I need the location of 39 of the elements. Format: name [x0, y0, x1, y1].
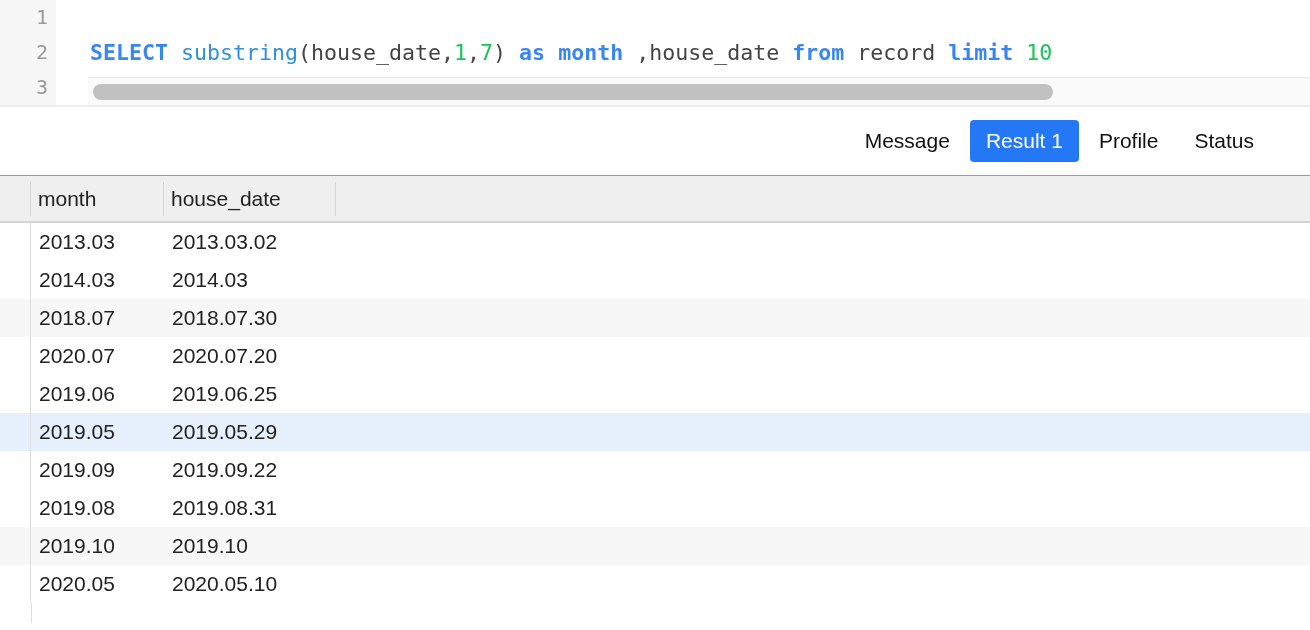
table-cell-text: 2019.09 — [38, 457, 116, 483]
table-cell-text: 2014.03 — [171, 267, 249, 293]
table-cell-text: 2020.05 — [38, 571, 116, 597]
line-number: 2 — [34, 39, 49, 66]
table-cell-text: 2020.07.20 — [171, 343, 279, 369]
scrollbar-thumb[interactable] — [93, 84, 1053, 100]
code-line: SELECT substring(house_date,1,7) as month ,house_date from record limit 10 — [89, 39, 1054, 67]
table-row[interactable]: 2013.03 2013.03.02 — [0, 223, 1310, 261]
column-header: house_date — [163, 181, 335, 216]
table-cell-text: 2019.06.25 — [171, 381, 279, 407]
table-cell-text: 2019.05.29 — [171, 419, 279, 445]
table-cell-text: 2020.05.10 — [171, 571, 279, 597]
horizontal-scrollbar[interactable] — [88, 77, 1310, 105]
tab[interactable]: Profile — [1082, 120, 1175, 162]
column-header: month — [30, 181, 163, 216]
table-cell-text: 2019.08 — [38, 495, 116, 521]
table-cell-text: 2019.05 — [38, 419, 116, 445]
table-cell-text: 2019.06 — [38, 381, 116, 407]
table-cell-text: 2020.07 — [38, 343, 116, 369]
table-row[interactable]: 2019.09 2019.09.22 — [0, 451, 1310, 489]
table-row[interactable]: 2020.05 2020.05.10 — [0, 565, 1310, 603]
table-cell-text: 2014.03 — [38, 267, 116, 293]
table-row[interactable]: 2020.07 2020.07.20 — [0, 337, 1310, 375]
tab[interactable]: Message — [848, 120, 966, 162]
line-number: 3 — [34, 74, 49, 101]
table-row[interactable]: 2018.07 2018.07.30 — [0, 299, 1310, 337]
table-cell-text: 2018.07.30 — [171, 305, 279, 331]
table-cell-text: 2019.10 — [38, 533, 116, 559]
tab[interactable]: Result 1 — [969, 120, 1079, 162]
table-cell-text: 2013.03.02 — [171, 229, 279, 255]
table-cell-text: 2013.03 — [38, 229, 116, 255]
table-cell-text: 2019.08.31 — [171, 495, 279, 521]
table-row[interactable]: 2019.10 2019.10 — [0, 527, 1310, 565]
table-row[interactable]: 2019.05 2019.05.29 — [0, 413, 1310, 451]
table-cell-text: 2019.10 — [171, 533, 249, 559]
table-cell-text: 2018.07 — [38, 305, 116, 331]
line-number: 1 — [34, 4, 49, 31]
table-cell-text: 2019.09.22 — [171, 457, 279, 483]
tab[interactable]: Status — [1178, 120, 1270, 162]
